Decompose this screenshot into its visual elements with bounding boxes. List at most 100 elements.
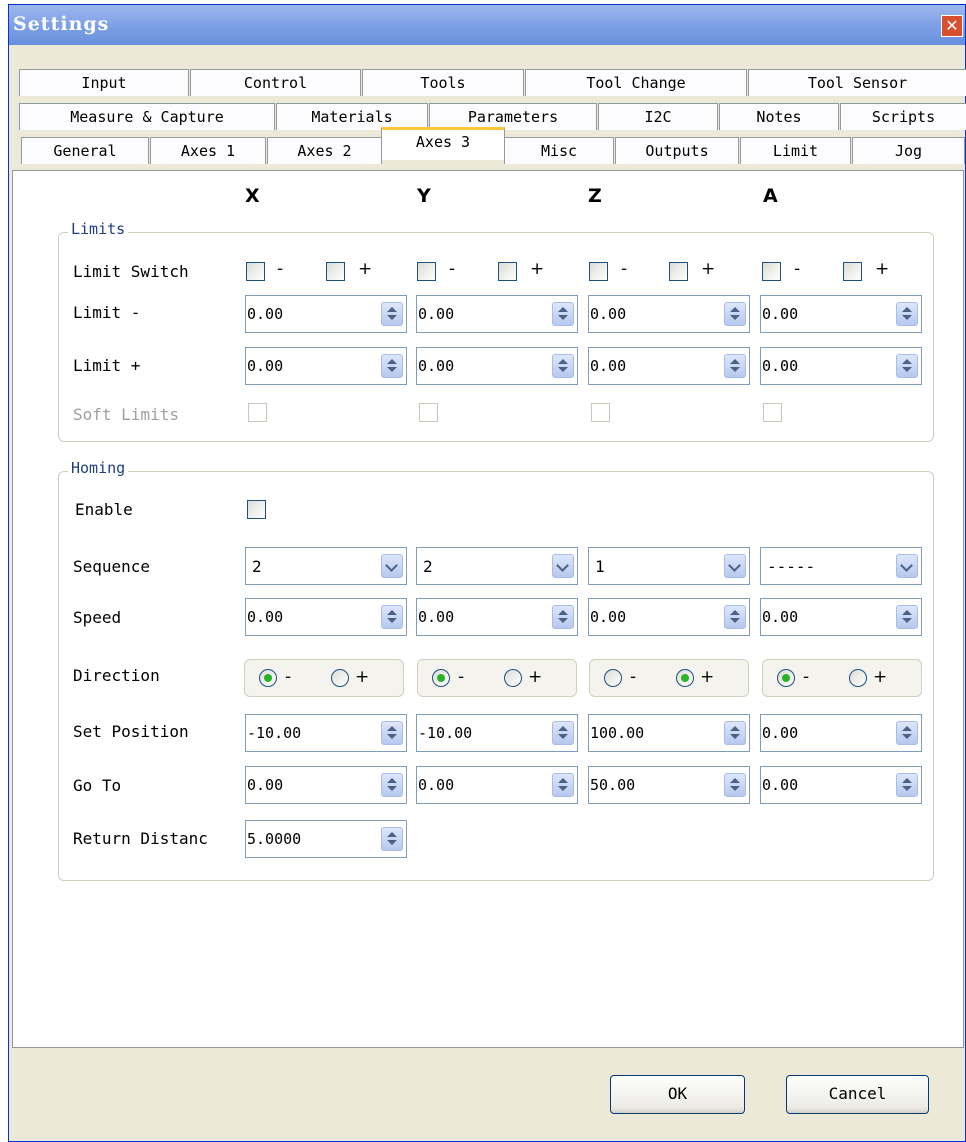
spin-arrows-icon[interactable] (896, 302, 918, 326)
set-position-y-spinbox[interactable] (416, 714, 578, 752)
set-position-x-spinbox[interactable] (245, 714, 407, 752)
tab-tool-change[interactable]: Tool Change (525, 69, 747, 96)
spin-arrows-icon[interactable] (552, 773, 574, 797)
tab-general[interactable]: General (21, 137, 149, 164)
tab-tools[interactable]: Tools (362, 69, 524, 96)
limit-switch-z-minus-checkbox[interactable] (589, 262, 608, 281)
go-to-y-input[interactable] (417, 767, 547, 803)
tab-i2c[interactable]: I2C (598, 103, 718, 130)
limit-plus-y-input[interactable] (417, 348, 547, 384)
go-to-z-spinbox[interactable] (588, 766, 750, 804)
sequence-y-dropdown[interactable]: 2 (416, 547, 578, 585)
spin-arrows-icon[interactable] (552, 302, 574, 326)
speed-x-spinbox[interactable] (245, 598, 407, 636)
spin-arrows-icon[interactable] (896, 605, 918, 629)
direction-a-plus-radio[interactable] (849, 669, 867, 687)
spin-arrows-icon[interactable] (724, 605, 746, 629)
direction-x-minus-radio[interactable] (259, 669, 277, 687)
soft-limits-a-checkbox[interactable] (763, 403, 782, 422)
limit-minus-z-spinbox[interactable] (588, 295, 750, 333)
direction-y-plus-radio[interactable] (504, 669, 522, 687)
chevron-down-icon[interactable] (381, 554, 403, 578)
tab-outputs[interactable]: Outputs (615, 137, 739, 164)
limit-switch-x-plus-checkbox[interactable] (326, 262, 345, 281)
limit-plus-a-spinbox[interactable] (760, 347, 922, 385)
go-to-x-input[interactable] (246, 767, 376, 803)
speed-z-input[interactable] (589, 599, 719, 635)
speed-y-input[interactable] (417, 599, 547, 635)
spin-arrows-icon[interactable] (896, 773, 918, 797)
tab-notes[interactable]: Notes (719, 103, 839, 130)
spin-arrows-icon[interactable] (552, 354, 574, 378)
tab-tool-sensor[interactable]: Tool Sensor (748, 69, 966, 96)
set-position-z-input[interactable] (589, 715, 719, 751)
go-to-a-input[interactable] (761, 767, 891, 803)
direction-x-plus-radio[interactable] (331, 669, 349, 687)
sequence-a-dropdown[interactable]: ----- (760, 547, 922, 585)
direction-a-minus-radio[interactable] (777, 669, 795, 687)
tab-axes-1[interactable]: Axes 1 (150, 137, 266, 164)
tab-materials[interactable]: Materials (276, 103, 428, 130)
set-position-y-input[interactable] (417, 715, 547, 751)
spin-arrows-icon[interactable] (552, 605, 574, 629)
limit-minus-x-spinbox[interactable] (245, 295, 407, 333)
homing-enable-checkbox[interactable] (247, 500, 266, 519)
limit-switch-x-minus-checkbox[interactable] (246, 262, 265, 281)
speed-z-spinbox[interactable] (588, 598, 750, 636)
cancel-button[interactable]: Cancel (786, 1075, 929, 1114)
limit-switch-a-plus-checkbox[interactable] (843, 262, 862, 281)
sequence-z-dropdown[interactable]: 1 (588, 547, 750, 585)
limit-minus-y-spinbox[interactable] (416, 295, 578, 333)
soft-limits-y-checkbox[interactable] (419, 403, 438, 422)
speed-a-spinbox[interactable] (760, 598, 922, 636)
spin-arrows-icon[interactable] (381, 302, 403, 326)
limit-minus-y-input[interactable] (417, 296, 547, 332)
limit-plus-x-input[interactable] (246, 348, 376, 384)
limit-switch-y-minus-checkbox[interactable] (417, 262, 436, 281)
tab-control[interactable]: Control (190, 69, 361, 96)
tab-misc[interactable]: Misc (504, 137, 614, 164)
limit-switch-a-minus-checkbox[interactable] (762, 262, 781, 281)
limit-minus-x-input[interactable] (246, 296, 376, 332)
return-distance-input[interactable] (246, 821, 376, 857)
spin-arrows-icon[interactable] (896, 354, 918, 378)
direction-z-plus-radio[interactable] (676, 669, 694, 687)
spin-arrows-icon[interactable] (381, 354, 403, 378)
chevron-down-icon[interactable] (724, 554, 746, 578)
return-distance-spinbox[interactable] (245, 820, 407, 858)
tab-limit[interactable]: Limit (740, 137, 851, 164)
title-bar[interactable]: Settings ✕ (9, 5, 965, 45)
speed-y-spinbox[interactable] (416, 598, 578, 636)
tab-parameters[interactable]: Parameters (429, 103, 597, 130)
direction-y-minus-radio[interactable] (432, 669, 450, 687)
limit-switch-z-plus-checkbox[interactable] (669, 262, 688, 281)
limit-plus-y-spinbox[interactable] (416, 347, 578, 385)
limit-switch-y-plus-checkbox[interactable] (498, 262, 517, 281)
speed-a-input[interactable] (761, 599, 891, 635)
limit-minus-a-input[interactable] (761, 296, 891, 332)
tab-input[interactable]: Input (19, 69, 189, 96)
spin-arrows-icon[interactable] (381, 605, 403, 629)
tab-axes-2[interactable]: Axes 2 (267, 137, 382, 164)
limit-plus-x-spinbox[interactable] (245, 347, 407, 385)
spin-arrows-icon[interactable] (552, 721, 574, 745)
limit-plus-z-spinbox[interactable] (588, 347, 750, 385)
go-to-a-spinbox[interactable] (760, 766, 922, 804)
spin-arrows-icon[interactable] (724, 354, 746, 378)
tab-axes-3[interactable]: Axes 3 (381, 127, 505, 160)
limit-plus-z-input[interactable] (589, 348, 719, 384)
spin-arrows-icon[interactable] (724, 721, 746, 745)
soft-limits-x-checkbox[interactable] (248, 403, 267, 422)
close-icon[interactable]: ✕ (941, 15, 963, 37)
go-to-x-spinbox[interactable] (245, 766, 407, 804)
sequence-x-dropdown[interactable]: 2 (245, 547, 407, 585)
set-position-x-input[interactable] (246, 715, 376, 751)
chevron-down-icon[interactable] (552, 554, 574, 578)
soft-limits-z-checkbox[interactable] (591, 403, 610, 422)
go-to-z-input[interactable] (589, 767, 719, 803)
set-position-z-spinbox[interactable] (588, 714, 750, 752)
tab-jog[interactable]: Jog (852, 137, 965, 164)
limit-plus-a-input[interactable] (761, 348, 891, 384)
set-position-a-input[interactable] (761, 715, 891, 751)
go-to-y-spinbox[interactable] (416, 766, 578, 804)
